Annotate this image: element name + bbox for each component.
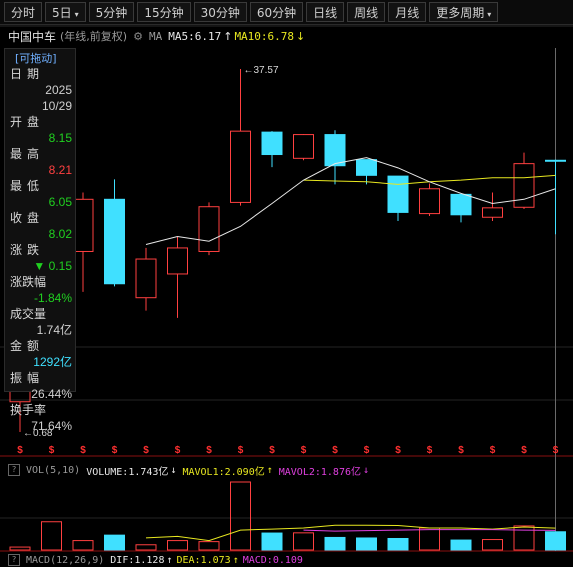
open-label: 开盘	[10, 115, 45, 129]
close-label: 收盘	[10, 211, 45, 225]
volume-bar	[419, 527, 440, 551]
down-arrow-icon: ↓	[170, 464, 177, 476]
dif-value: DIF:1.128	[110, 554, 165, 566]
amount-label: 金额	[10, 339, 45, 353]
help-icon[interactable]: ?	[8, 554, 20, 566]
low-label: 最低	[10, 179, 45, 193]
event-marker: $	[143, 445, 149, 456]
low-value: 6.05	[48, 195, 72, 209]
event-marker: $	[238, 445, 244, 456]
candle-body	[135, 258, 157, 299]
event-marker: $	[80, 445, 86, 456]
candle-body	[545, 159, 566, 162]
volume-bar	[104, 534, 125, 551]
volume-label: 成交量	[10, 307, 47, 321]
volume-value: VOLUME:1.743亿	[86, 466, 169, 478]
event-marker: $	[332, 445, 338, 456]
high-value: 8.21	[48, 163, 72, 177]
up-arrow-icon: ↑	[166, 554, 173, 566]
event-marker: $	[364, 445, 370, 456]
volume-bar	[293, 532, 314, 551]
volume-bar	[545, 531, 566, 551]
up-arrow-icon: ↑	[266, 464, 273, 476]
candle-body	[230, 130, 251, 203]
amount-value: 1292亿	[33, 355, 72, 369]
amplitude-value: 26.44%	[31, 387, 72, 401]
event-marker: $	[206, 445, 212, 456]
event-marker: $	[458, 445, 464, 456]
info-panel[interactable]: [可拖动] 日期 2025 10/29 开盘 8.15 最高 8.21 最低 6…	[4, 48, 76, 433]
macd-indicator-title[interactable]: MACD(12,26,9)	[26, 555, 104, 566]
volume-value: 1.74亿	[36, 323, 72, 337]
event-marker: $	[395, 445, 401, 456]
dea-value: DEA:1.073	[176, 554, 231, 566]
macd-indicator-bar: ? MACD(12,26,9) DIF:1.128 ↑ DEA:1.073 ↑ …	[0, 553, 573, 567]
volume-bar	[356, 537, 377, 551]
candle-body	[387, 175, 409, 213]
event-marker: $	[301, 445, 307, 456]
change-pct-label: 涨跌幅	[10, 275, 47, 289]
volume-bar	[261, 532, 283, 551]
mavol2-line	[303, 529, 556, 532]
event-marker: $	[490, 445, 496, 456]
candle-body	[450, 193, 472, 216]
date-label: 日期	[10, 67, 45, 81]
volume-bar	[198, 541, 220, 551]
ma5-line	[145, 157, 556, 246]
date-year: 2025	[45, 83, 72, 97]
candle-body	[261, 131, 283, 156]
volume-bar	[450, 539, 472, 551]
volume-indicator-bar: ? VOL(5,10) VOLUME:1.743亿 ↓ MAVOL1:2.090…	[0, 462, 573, 478]
amplitude-label: 振幅	[10, 371, 45, 385]
candle-body	[72, 198, 94, 252]
event-marker: $	[175, 445, 181, 456]
date-monthday: 10/29	[41, 99, 72, 113]
candle-body	[104, 198, 125, 285]
candle-body	[167, 247, 188, 275]
mavol1-line	[145, 524, 556, 542]
mavol2-value: MAVOL2:1.876亿	[278, 466, 361, 478]
change-pct-value: -1.84%	[33, 291, 72, 305]
volume-bar	[482, 539, 503, 551]
up-arrow-icon: ↑	[232, 554, 239, 566]
volume-bar	[135, 544, 157, 551]
candle-body	[198, 206, 220, 252]
event-marker: $	[17, 445, 23, 456]
macd-value: MACD:0.109	[242, 554, 303, 566]
volume-bar	[387, 537, 409, 551]
close-value: 8.02	[48, 227, 72, 241]
candle-body	[419, 188, 440, 215]
turnover-label: 换手率	[10, 403, 47, 417]
down-arrow-icon: ↓	[363, 464, 370, 476]
candle-body	[482, 207, 503, 218]
event-marker: $	[521, 445, 527, 456]
volume-bar	[167, 540, 188, 551]
change-label: 涨跌	[10, 243, 45, 257]
kline-chart[interactable]: $ $ $ $ $ $ $ $ $ $ $ $ $ $ $ $ $ $←37.57←0.68	[0, 0, 573, 567]
volume-indicator-title[interactable]: VOL(5,10)	[26, 465, 80, 476]
open-value: 8.15	[48, 131, 72, 145]
turnover-value: 71.64%	[31, 419, 72, 433]
candle-body	[293, 134, 314, 159]
high-price-annotation: ←37.57	[244, 65, 279, 76]
volume-bar	[9, 546, 31, 551]
volume-bar	[41, 521, 62, 551]
volume-bar	[230, 481, 251, 551]
candle-body	[356, 159, 377, 176]
volume-bar	[324, 536, 346, 551]
event-marker: $	[553, 445, 559, 456]
drag-handle[interactable]: [可拖动]	[5, 49, 75, 66]
event-marker: $	[427, 445, 433, 456]
high-label: 最高	[10, 147, 45, 161]
mavol1-value: MAVOL1:2.090亿	[182, 466, 265, 478]
candle-body	[324, 134, 346, 167]
event-marker: $	[269, 445, 275, 456]
volume-bar	[72, 540, 94, 551]
ma10-line	[303, 174, 556, 185]
event-marker: $	[49, 445, 55, 456]
change-value: ▼ 0.15	[33, 259, 72, 273]
help-icon[interactable]: ?	[8, 464, 20, 476]
event-marker: $	[112, 445, 118, 456]
